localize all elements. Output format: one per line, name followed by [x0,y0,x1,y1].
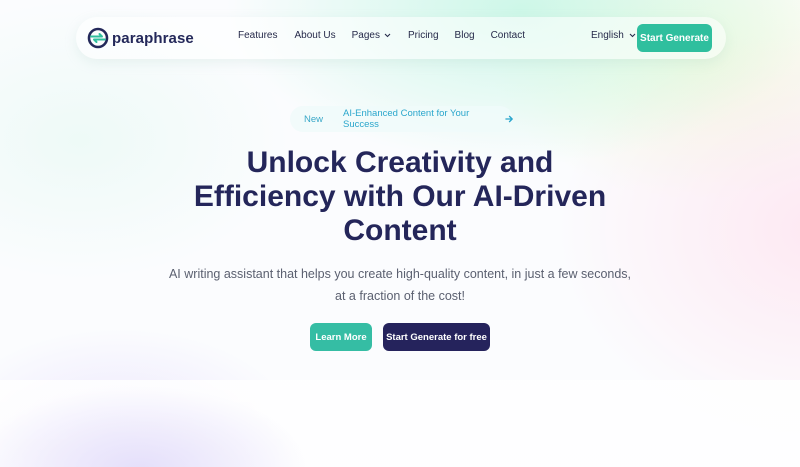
hero-subtitle-line: AI writing assistant that helps you crea… [168,267,632,281]
hero-title-line: Unlock Creativity and [246,146,554,179]
learn-more-button[interactable]: Learn More [310,323,372,351]
announcement-text: AI-Enhanced Content for Your Success [343,108,470,130]
new-tag: New [304,113,324,125]
menu-item-about-us[interactable]: About Us [294,30,335,41]
menu-item-label: About Us [294,30,336,41]
hero-subtitle-line: at a fraction of the cost! [335,289,465,303]
decorative-gradient-blob [0,380,360,467]
menu-item-features[interactable]: Features [238,30,277,41]
hero-subtitle: AI writing assistant that helps you crea… [160,263,640,307]
menu-item-label: Contact [490,30,526,41]
hero-title: Unlock Creativity and Efficiency with Ou… [150,146,650,248]
chevron-down-icon [629,33,636,38]
menu-item-label: Pricing [407,30,439,41]
menu-item-blog[interactable]: Blog [455,30,475,41]
language-label: English [591,30,624,41]
brand-name: paraphrase [112,29,194,47]
hero-title-line: Content [343,214,457,247]
language-selector[interactable]: English [591,30,636,41]
start-generate-free-button[interactable]: Start Generate for free [383,323,490,351]
arrow-right-icon [504,115,513,123]
brand-logo[interactable]: paraphrase [87,26,194,50]
hero-title-line: Efficiency with Our AI-Driven [193,180,607,213]
menu-item-label: Blog [454,30,475,41]
announcement-badge[interactable]: New AI-Enhanced Content for Your Success [290,106,513,132]
menu-item-contact[interactable]: Contact [491,30,525,41]
start-generate-button[interactable]: Start Generate [637,24,712,52]
main-menu: Features About Us Pages Pricing Blog Con… [238,30,525,41]
chevron-down-icon [384,33,391,38]
menu-item-label: Features [238,30,278,41]
paraphrase-logo-icon [87,27,109,49]
menu-item-pages[interactable]: Pages [352,30,391,41]
menu-item-label: Pages [351,30,380,41]
menu-item-pricing[interactable]: Pricing [408,30,439,41]
